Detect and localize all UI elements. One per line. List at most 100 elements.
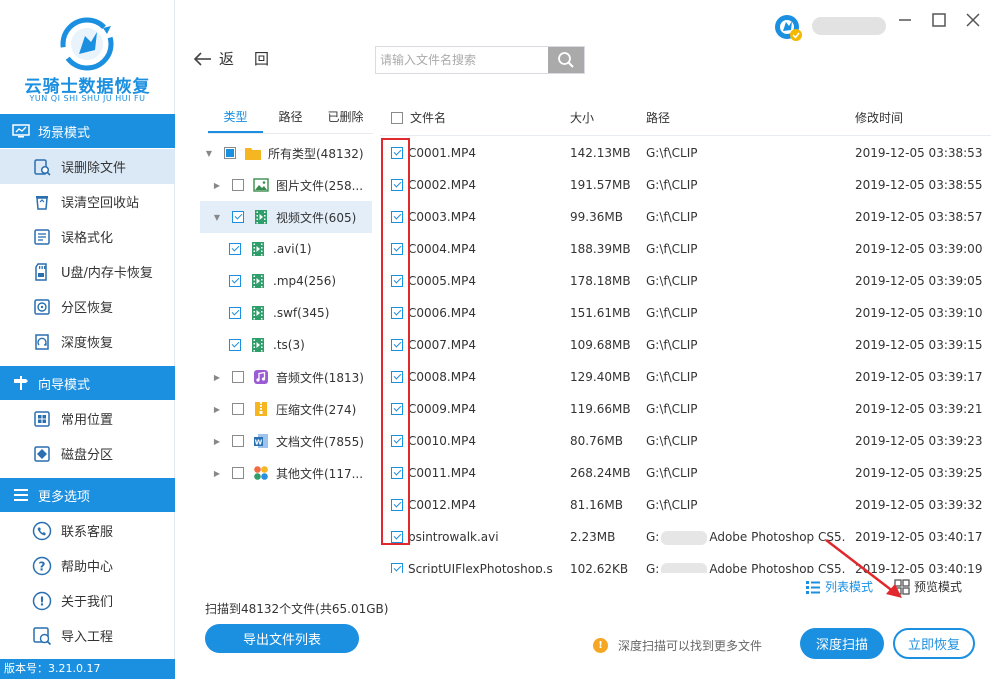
tree-node-checkbox[interactable] xyxy=(232,435,244,447)
sidebar-item-about[interactable]: ! 关于我们 xyxy=(0,583,175,618)
chevron-right-icon[interactable]: ▶ xyxy=(211,469,223,478)
tree-node-checkbox[interactable] xyxy=(229,275,241,287)
chevron-right-icon[interactable]: ▶ xyxy=(211,405,223,414)
table-row[interactable]: C0012.MP4 81.16MB G:\f\CLIP 2019-12-05 03:3… xyxy=(380,489,991,521)
deep-scan-button[interactable]: 深度扫描 xyxy=(800,628,884,659)
column-header-modified[interactable]: 修改时间 xyxy=(855,102,903,134)
tree-node[interactable]: ▶ 图片文件(258... xyxy=(200,169,372,201)
file-size-cell: 102.62KB xyxy=(570,562,629,573)
tree-node-checkbox[interactable] xyxy=(232,467,244,479)
recover-now-button[interactable]: 立即恢复 xyxy=(893,628,975,659)
back-button[interactable]: 返回 xyxy=(193,48,289,69)
sidebar-item-contact[interactable]: 联系客服 xyxy=(0,513,175,548)
column-header-size[interactable]: 大小 xyxy=(570,102,594,134)
tab-deleted[interactable]: 已删除 xyxy=(318,104,373,133)
tab-path[interactable]: 路径 xyxy=(263,104,318,133)
format-disk-icon xyxy=(32,227,52,247)
tab-type[interactable]: 类型 xyxy=(208,104,263,133)
table-row[interactable]: C0011.MP4 268.24MB G:\f\CLIP 2019-12-05 03:… xyxy=(380,457,991,489)
sidebar-item-usb-card[interactable]: U盘/内存卡恢复 xyxy=(0,254,175,289)
table-row[interactable]: C0009.MP4 119.66MB G:\f\CLIP 2019-12-05 03:… xyxy=(380,393,991,425)
sidebar-item-disk-partition[interactable]: 磁盘分区 xyxy=(0,436,175,471)
list-view-icon xyxy=(806,580,820,594)
minimize-icon xyxy=(899,19,911,21)
preview-mode-button[interactable]: 预览模式 xyxy=(894,578,962,595)
sd-card-icon xyxy=(32,262,52,282)
sidebar-item-partition[interactable]: 分区恢复 xyxy=(0,289,175,324)
user-avatar[interactable] xyxy=(773,13,803,46)
file-search-icon xyxy=(32,157,52,177)
table-row[interactable]: C0005.MP4 178.18MB G:\f\CLIP 2019-12-05 03:… xyxy=(380,265,991,297)
table-row[interactable]: C0008.MP4 129.40MB G:\f\CLIP 2019-12-05 03:… xyxy=(380,361,991,393)
tree-node[interactable]: .mp4(256) xyxy=(200,265,372,297)
export-file-list-button[interactable]: 导出文件列表 xyxy=(205,624,359,653)
tree-node-checkbox[interactable] xyxy=(232,371,244,383)
sidebar-item-help[interactable]: ? 帮助中心 xyxy=(0,548,175,583)
sidebar-item-common-locations[interactable]: 常用位置 xyxy=(0,401,175,436)
tree-node-label: 文档文件(7855) xyxy=(276,434,364,449)
search-button[interactable] xyxy=(548,47,584,73)
sidebar-item-recycle-bin[interactable]: 误清空回收站 xyxy=(0,184,175,219)
path-rest: Adobe Photoshop CS5... xyxy=(709,562,846,573)
monitor-icon xyxy=(12,123,30,139)
file-name-cell: C0001.MP4 xyxy=(408,146,476,160)
tree-node[interactable]: ▶ 压缩文件(274) xyxy=(200,393,372,425)
table-row[interactable]: C0001.MP4 142.13MB G:\f\CLIP 2019-12-05 03:… xyxy=(380,137,991,169)
row-checkbox[interactable] xyxy=(391,563,403,573)
table-row[interactable]: C0002.MP4 191.57MB G:\f\CLIP 2019-12-05 03:… xyxy=(380,169,991,201)
tree-node[interactable]: .ts(3) xyxy=(200,329,372,361)
maximize-button[interactable] xyxy=(929,10,949,30)
table-row[interactable]: psintrowalk.avi 2.23MB G: Adobe Photoshop C… xyxy=(380,521,991,553)
file-size-cell: 191.57MB xyxy=(570,178,631,192)
table-row[interactable]: ScriptUIFlexPhotoshop.s 102.62KB G: Adobe P… xyxy=(380,553,991,573)
tree-node-label: 图片文件(258... xyxy=(276,178,364,193)
column-header-name[interactable]: 文件名 xyxy=(410,102,446,134)
search-input[interactable] xyxy=(376,47,549,73)
modified-time-cell: 2019-12-05 03:38:57 xyxy=(855,210,983,224)
modified-time-cell: 2019-12-05 03:38:53 xyxy=(855,146,983,160)
file-name-cell: C0007.MP4 xyxy=(408,338,476,352)
tree-node-checkbox[interactable] xyxy=(229,307,241,319)
chevron-right-icon[interactable]: ▶ xyxy=(211,181,223,190)
chevron-down-icon[interactable]: ▼ xyxy=(211,213,223,222)
table-row[interactable]: C0007.MP4 109.68MB G:\f\CLIP 2019-12-05 03:… xyxy=(380,329,991,361)
knight-logo-icon xyxy=(60,17,114,71)
sidebar-item-deep-recovery[interactable]: 深度恢复 xyxy=(0,324,175,359)
chevron-right-icon[interactable]: ▶ xyxy=(211,373,223,382)
grid-view-icon xyxy=(894,578,910,595)
tree-node-checkbox[interactable] xyxy=(232,403,244,415)
tree-node[interactable]: ▶ 其他文件(117... xyxy=(200,457,372,489)
chevron-down-icon[interactable]: ▼ xyxy=(203,149,215,158)
tree-node[interactable]: ▶ W 文档文件(7855) xyxy=(200,425,372,457)
tree-node-checkbox[interactable] xyxy=(229,339,241,351)
tree-node[interactable]: ▼ 视频文件(605) xyxy=(200,201,372,233)
tree-node-checkbox[interactable] xyxy=(232,211,244,223)
select-all-checkbox[interactable] xyxy=(391,112,403,124)
sidebar-item-import[interactable]: 导入工程 xyxy=(0,618,175,653)
close-button[interactable] xyxy=(963,10,983,30)
user-avatar-icon xyxy=(775,15,802,41)
chevron-right-icon[interactable]: ▶ xyxy=(211,437,223,446)
file-size-cell: 129.40MB xyxy=(570,370,631,384)
tree-node-checkbox[interactable] xyxy=(232,179,244,191)
table-row[interactable]: C0006.MP4 151.61MB G:\f\CLIP 2019-12-05 03:… xyxy=(380,297,991,329)
sidebar-item-format[interactable]: 误格式化 xyxy=(0,219,175,254)
signpost-icon xyxy=(12,375,30,391)
sidebar-item-deleted-files[interactable]: 误删除文件 xyxy=(0,149,175,184)
tree-node[interactable]: ▼ 所有类型(48132) xyxy=(200,137,372,169)
table-row[interactable]: C0004.MP4 188.39MB G:\f\CLIP 2019-12-05 03:… xyxy=(380,233,991,265)
table-row[interactable]: C0003.MP4 99.36MB G:\f\CLIP 2019-12-05 03:3… xyxy=(380,201,991,233)
column-header-path[interactable]: 路径 xyxy=(646,102,670,134)
svg-text:!: ! xyxy=(39,594,44,608)
list-mode-button[interactable]: 列表模式 xyxy=(805,578,873,595)
tree-node[interactable]: .avi(1) xyxy=(200,233,372,265)
tree-node[interactable]: ▶ 音频文件(1813) xyxy=(200,361,372,393)
tree-node[interactable]: .swf(345) xyxy=(200,297,372,329)
window-controls xyxy=(895,10,983,30)
tip-text: 深度扫描可以找到更多文件 xyxy=(618,639,763,653)
table-row[interactable]: C0010.MP4 80.76MB G:\f\CLIP 2019-12-05 03:3… xyxy=(380,425,991,457)
tree-node-checkbox[interactable] xyxy=(229,243,241,255)
minimize-button[interactable] xyxy=(895,10,915,30)
tree-node-checkbox[interactable] xyxy=(224,147,236,159)
sidebar-item-label: 联系客服 xyxy=(61,525,114,540)
